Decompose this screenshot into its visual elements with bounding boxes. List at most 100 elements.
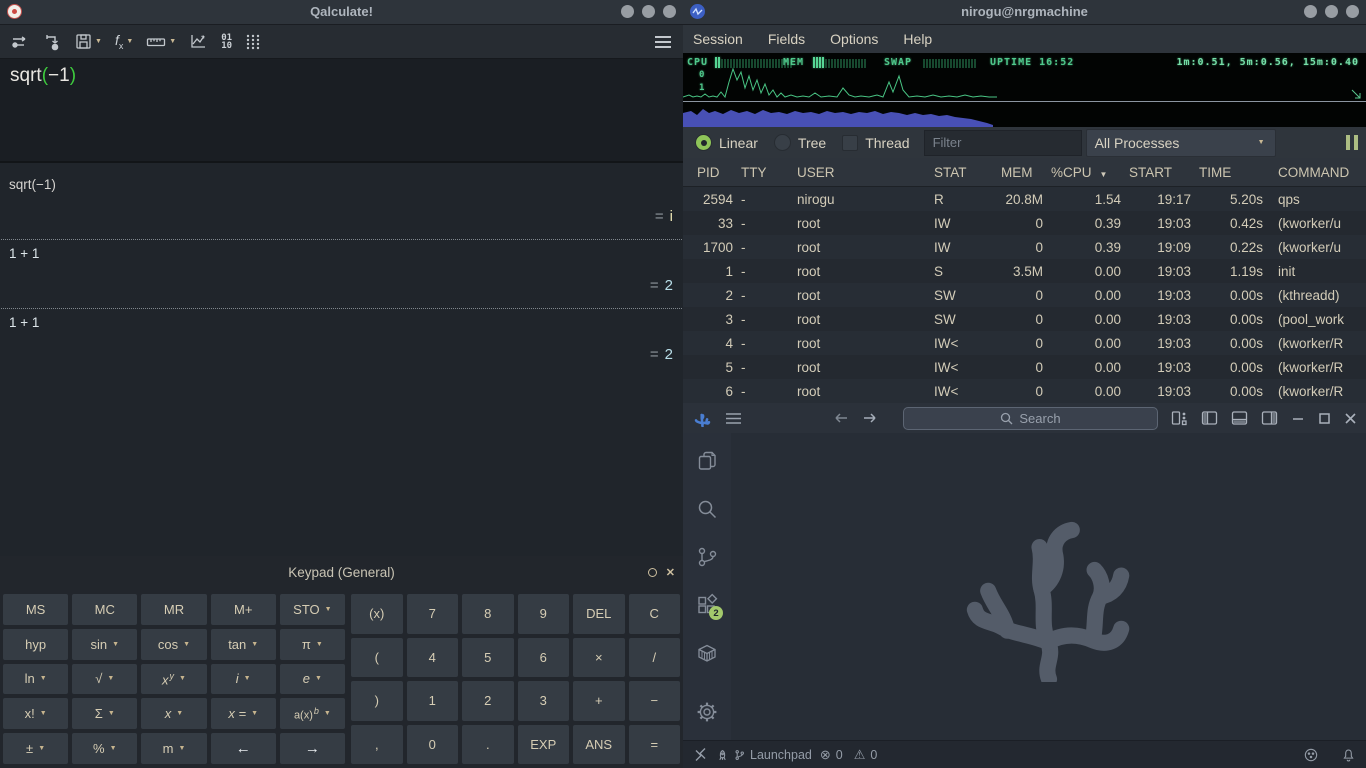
back-arrow-icon[interactable] xyxy=(833,411,849,425)
bases-icon[interactable]: 01 10 xyxy=(218,32,235,52)
keypad-button-memory-clear[interactable]: MC xyxy=(72,594,137,625)
keypad-button-sin[interactable]: sin▼ xyxy=(72,629,137,660)
notifications-bell-icon[interactable] xyxy=(1341,747,1356,763)
editor-titlebar[interactable]: Search xyxy=(683,403,1366,433)
column-header-tty[interactable]: TTY xyxy=(737,165,793,180)
history-result[interactable]: =2 xyxy=(0,263,683,304)
global-search-icon[interactable] xyxy=(695,497,719,521)
keypad-button-smart-paren[interactable]: (x) xyxy=(351,594,403,634)
table-row[interactable]: 33-rootIW00.3919:030.42s(kworker/u xyxy=(683,211,1366,235)
window-button-1[interactable] xyxy=(621,5,634,18)
search-input[interactable]: Search xyxy=(903,407,1158,430)
keypad-button-assign[interactable]: x =▼ xyxy=(211,698,276,729)
keypad-button-delete[interactable]: DEL xyxy=(573,594,625,634)
keypad-button-seven[interactable]: 7 xyxy=(407,594,459,634)
qps-window-button-3[interactable] xyxy=(1346,5,1359,18)
functions-dropdown-arrow[interactable]: ▼ xyxy=(126,38,133,45)
table-row[interactable]: 3-rootSW00.0019:030.00s(pool_work xyxy=(683,307,1366,331)
window-button-2[interactable] xyxy=(642,5,655,18)
toggle-secondary-sidebar-icon[interactable] xyxy=(1261,410,1278,426)
keypad-button-ln[interactable]: ln▼ xyxy=(3,664,68,695)
keypad-button-variable-x[interactable]: x▼ xyxy=(141,698,206,729)
history-expression[interactable]: 1 + 1 xyxy=(0,244,683,263)
tree-radio[interactable] xyxy=(774,134,791,151)
keypad-button-multiply[interactable]: × xyxy=(573,638,625,678)
column-header-command[interactable]: COMMAND xyxy=(1267,165,1366,180)
column-header-pid[interactable]: PID xyxy=(683,165,737,180)
keypad-button-sqrt[interactable]: √▼ xyxy=(72,664,137,695)
menu-session[interactable]: Session xyxy=(693,31,743,47)
minimize-icon[interactable] xyxy=(1291,411,1305,425)
monitor-resize-handle[interactable] xyxy=(1351,89,1361,99)
keypad-button-two[interactable]: 2 xyxy=(462,681,514,721)
keypad-button-cos[interactable]: cos▼ xyxy=(141,629,206,660)
menu-fields[interactable]: Fields xyxy=(768,31,805,47)
close-icon[interactable] xyxy=(1344,412,1357,425)
table-row[interactable]: 6-rootIW<00.0019:030.00s(kworker/R xyxy=(683,379,1366,403)
keypad-button-decimal[interactable]: . xyxy=(462,725,514,765)
toggle-sidebar-icon[interactable] xyxy=(1201,410,1218,426)
keypad-button-divide[interactable]: / xyxy=(629,638,681,678)
column-header-cpu[interactable]: %CPU▼ xyxy=(1047,165,1125,180)
table-row[interactable]: 2-rootSW00.0019:030.00s(kthreadd) xyxy=(683,283,1366,307)
table-row[interactable]: 5-rootIW<00.0019:030.00s(kworker/R xyxy=(683,355,1366,379)
keypad-button-memory-store[interactable]: MS xyxy=(3,594,68,625)
table-row[interactable]: 1700-rootIW00.3919:090.22s(kworker/u xyxy=(683,235,1366,259)
units-icon[interactable]: ▼ xyxy=(143,32,179,52)
editor-menu-icon[interactable] xyxy=(725,412,742,425)
forward-arrow-icon[interactable] xyxy=(862,411,878,425)
qps-window-button-1[interactable] xyxy=(1304,5,1317,18)
column-header-stat[interactable]: STAT xyxy=(930,165,997,180)
save-icon[interactable]: ▼ xyxy=(72,31,105,52)
remote-indicator[interactable] xyxy=(693,748,708,762)
qps-window-button-2[interactable] xyxy=(1325,5,1338,18)
launchpad-item[interactable]: Launchpad xyxy=(716,748,812,762)
customize-layout-icon[interactable] xyxy=(1171,410,1188,426)
expression-input[interactable]: sqrt(−1) xyxy=(0,59,683,163)
settings-gear-icon[interactable] xyxy=(695,700,719,724)
keypad-button-tan[interactable]: tan▼ xyxy=(211,629,276,660)
keypad-button-hyperbolic[interactable]: hyp xyxy=(3,629,68,660)
functions-icon[interactable]: fx ▼ xyxy=(112,30,136,53)
process-scope-select[interactable]: All Processes ▼ xyxy=(1086,129,1276,157)
keypad-button-pi[interactable]: π▼ xyxy=(280,629,345,660)
keypad-button-clear[interactable]: C xyxy=(629,594,681,634)
explorer-icon[interactable] xyxy=(695,449,719,473)
keypad-detach-icon[interactable] xyxy=(648,568,657,577)
keypad-button-percent[interactable]: %▼ xyxy=(72,733,137,764)
save-dropdown-arrow[interactable]: ▼ xyxy=(95,38,102,45)
menu-help[interactable]: Help xyxy=(903,31,932,47)
keypad-button-e[interactable]: e▼ xyxy=(280,664,345,695)
history-result[interactable]: =i xyxy=(0,194,683,235)
history-expression[interactable]: sqrt(−1) xyxy=(0,175,683,194)
keypad-button-cursor-right[interactable]: → xyxy=(280,733,345,764)
keypad-button-cursor-left[interactable]: ← xyxy=(211,733,276,764)
toggle-panel-icon[interactable] xyxy=(1231,410,1248,426)
maximize-icon[interactable] xyxy=(1318,412,1331,425)
keypad-button-plus[interactable]: + xyxy=(573,681,625,721)
keypad-button-open-paren[interactable]: ( xyxy=(351,638,403,678)
keypad-button-memory-recall[interactable]: MR xyxy=(141,594,206,625)
keypad-button-three[interactable]: 3 xyxy=(518,681,570,721)
keypad-button-comma[interactable]: , xyxy=(351,725,403,765)
convert-icon[interactable] xyxy=(40,31,65,53)
units-dropdown-arrow[interactable]: ▼ xyxy=(169,38,176,45)
history-expression[interactable]: 1 + 1 xyxy=(0,313,683,332)
pause-icon[interactable] xyxy=(1346,135,1358,150)
keypad-button-one[interactable]: 1 xyxy=(407,681,459,721)
column-header-start[interactable]: START xyxy=(1125,165,1195,180)
cookie-icon[interactable] xyxy=(1303,747,1319,763)
keypad-button-memory-plus[interactable]: M+ xyxy=(211,594,276,625)
keypad-button-exp[interactable]: EXP xyxy=(518,725,570,765)
keypad-button-six[interactable]: 6 xyxy=(518,638,570,678)
keypad-button-minus[interactable]: − xyxy=(629,681,681,721)
table-row[interactable]: 1-rootS3.5M0.0019:031.19sinit xyxy=(683,259,1366,283)
column-header-mem[interactable]: MEM xyxy=(997,165,1047,180)
keypad-toggle-icon[interactable] xyxy=(242,31,264,52)
column-header-user[interactable]: USER xyxy=(793,165,930,180)
source-control-icon[interactable] xyxy=(695,545,719,569)
keypad-button-plus-minus[interactable]: ±▼ xyxy=(3,733,68,764)
thread-checkbox[interactable] xyxy=(842,135,858,151)
history-list[interactable]: sqrt(−1)=i1 + 1=21 + 1=2 xyxy=(0,163,683,580)
keypad-button-five[interactable]: 5 xyxy=(462,638,514,678)
